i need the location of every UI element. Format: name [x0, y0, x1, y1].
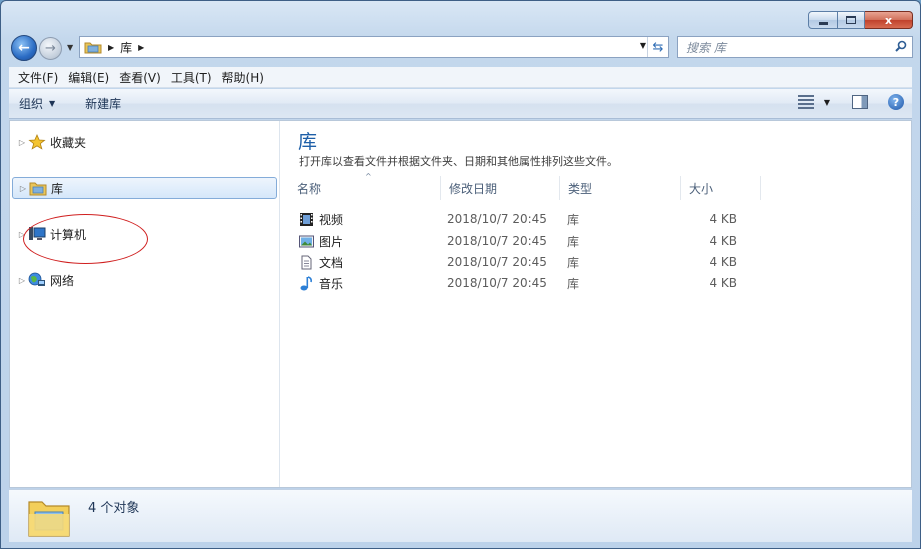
organize-button[interactable]: 组织 ▼: [9, 95, 65, 112]
history-dropdown-icon[interactable]: ▼: [67, 43, 73, 52]
refresh-icon: ⇆: [652, 39, 664, 55]
column-type-label: 类型: [568, 181, 593, 196]
breadcrumb-separator-icon[interactable]: ▶: [138, 43, 144, 52]
command-bar-right: ▼ ?: [797, 94, 904, 110]
content-area: ▷ 收藏夹 ▷ 库 ▷ 计算机 ▷ 网络 库 打开库以查看文件并根据文件夹、日期…: [9, 120, 912, 488]
organize-label: 组织: [19, 97, 44, 111]
file-name: 图片: [319, 234, 344, 249]
star-icon: [28, 134, 46, 150]
view-dropdown-icon[interactable]: ▼: [824, 98, 830, 107]
list-item[interactable]: 图片 2018/10/7 20:45 库 4 KB: [299, 231, 737, 251]
file-type: 库: [567, 255, 580, 270]
file-size: 4 KB: [709, 255, 737, 269]
list-item[interactable]: 文档 2018/10/7 20:45 库 4 KB: [299, 252, 737, 272]
file-date: 2018/10/7 20:45: [447, 276, 547, 290]
address-dropdown-icon[interactable]: ▼: [640, 41, 646, 50]
pictures-library-icon: [299, 235, 314, 247]
navigation-pane: ▷ 收藏夹 ▷ 库 ▷ 计算机 ▷ 网络: [10, 121, 280, 487]
nav-item-favorites[interactable]: ▷ 收藏夹: [12, 131, 277, 153]
maximize-icon: [846, 16, 856, 24]
new-library-label: 新建库: [85, 97, 122, 111]
nav-label-network: 网络: [50, 273, 75, 288]
close-icon: x: [884, 13, 893, 27]
file-size: 4 KB: [709, 212, 737, 226]
column-date-label: 修改日期: [449, 181, 498, 196]
explorer-window: x ← → ▼ ▶ 库 ▶ ▼ ⇆ 搜索 库 文件(F) 编辑(E) 查看(V)…: [0, 0, 921, 549]
expand-triangle-icon[interactable]: ▷: [17, 184, 29, 193]
column-header-row: ^ 名称 修改日期 类型 大小: [289, 172, 761, 200]
network-icon: [28, 272, 45, 286]
help-icon[interactable]: ?: [888, 94, 904, 110]
new-library-button[interactable]: 新建库: [65, 95, 131, 112]
file-date: 2018/10/7 20:45: [447, 212, 547, 226]
music-library-icon: [300, 275, 312, 290]
caption-buttons: x: [808, 11, 913, 29]
preview-pane-icon[interactable]: [852, 95, 868, 109]
menu-file[interactable]: 文件(F): [13, 69, 63, 86]
file-name: 音乐: [319, 276, 344, 291]
documents-library-icon: [301, 255, 312, 269]
file-name: 文档: [319, 255, 344, 270]
column-name-label: 名称: [297, 181, 322, 196]
close-button[interactable]: x: [865, 11, 913, 29]
column-header-date[interactable]: 修改日期: [441, 176, 560, 200]
library-folder-icon: [28, 501, 70, 537]
status-bar: 4 个对象: [9, 489, 912, 542]
help-glyph: ?: [892, 95, 900, 109]
expand-triangle-icon[interactable]: ▷: [16, 138, 28, 147]
file-size: 4 KB: [709, 234, 737, 248]
breadcrumb-library[interactable]: 库: [120, 39, 132, 56]
column-header-size[interactable]: 大小: [681, 176, 761, 200]
file-type: 库: [567, 234, 580, 249]
search-box[interactable]: 搜索 库: [677, 36, 913, 58]
breadcrumb-separator-icon[interactable]: ▶: [108, 43, 114, 52]
column-header-name[interactable]: ^ 名称: [289, 172, 441, 200]
search-icon[interactable]: [895, 40, 907, 52]
annotation-ellipse: [23, 214, 148, 264]
minimize-icon: [818, 21, 828, 25]
video-library-icon: [300, 212, 313, 226]
status-item-count: 4 个对象: [88, 501, 140, 516]
menu-edit[interactable]: 编辑(E): [63, 69, 114, 86]
back-arrow-icon: ←: [18, 40, 30, 56]
chevron-down-icon: ▼: [49, 99, 56, 108]
sort-ascending-icon: ^: [365, 172, 372, 181]
refresh-button[interactable]: ⇆: [647, 37, 668, 57]
nav-item-libraries[interactable]: ▷ 库: [12, 177, 277, 199]
list-item[interactable]: 视频 2018/10/7 20:45 库 4 KB: [299, 209, 737, 229]
library-description: 打开库以查看文件并根据文件夹、日期和其他属性排列这些文件。: [299, 155, 618, 168]
menu-bar: 文件(F) 编辑(E) 查看(V) 工具(T) 帮助(H): [9, 67, 912, 88]
menu-help[interactable]: 帮助(H): [217, 69, 269, 86]
minimize-button[interactable]: [808, 11, 838, 29]
nav-label-favorites: 收藏夹: [50, 135, 87, 150]
list-item[interactable]: 音乐 2018/10/7 20:45 库 4 KB: [299, 273, 737, 293]
menu-view[interactable]: 查看(V): [114, 69, 166, 86]
file-date: 2018/10/7 20:45: [447, 255, 547, 269]
file-list-pane: 库 打开库以查看文件并根据文件夹、日期和其他属性排列这些文件。 ^ 名称 修改日…: [281, 121, 911, 487]
nav-label-libraries: 库: [51, 181, 64, 196]
change-view-icon[interactable]: [797, 95, 814, 109]
command-bar: 组织 ▼ 新建库 ▼ ?: [9, 89, 912, 119]
library-folder-icon: [29, 182, 47, 196]
address-bar[interactable]: ▶ 库 ▶ ▼ ⇆: [79, 36, 669, 58]
nav-item-network[interactable]: ▷ 网络: [12, 269, 277, 291]
back-button[interactable]: ←: [11, 35, 37, 61]
forward-button[interactable]: →: [39, 37, 62, 60]
column-header-type[interactable]: 类型: [560, 176, 681, 200]
file-name: 视频: [319, 212, 344, 227]
column-size-label: 大小: [689, 181, 714, 196]
file-type: 库: [567, 212, 580, 227]
maximize-button[interactable]: [838, 11, 865, 29]
file-type: 库: [567, 276, 580, 291]
menu-tools[interactable]: 工具(T): [166, 69, 217, 86]
library-folder-icon: [84, 42, 102, 53]
expand-triangle-icon[interactable]: ▷: [16, 276, 28, 285]
page-title: 库: [298, 131, 318, 153]
navigation-row: ← → ▼ ▶ 库 ▶ ▼ ⇆ 搜索 库: [9, 35, 913, 61]
forward-arrow-icon: →: [45, 41, 56, 56]
file-date: 2018/10/7 20:45: [447, 234, 547, 248]
search-input[interactable]: 搜索 库: [686, 39, 726, 56]
file-size: 4 KB: [709, 276, 737, 290]
